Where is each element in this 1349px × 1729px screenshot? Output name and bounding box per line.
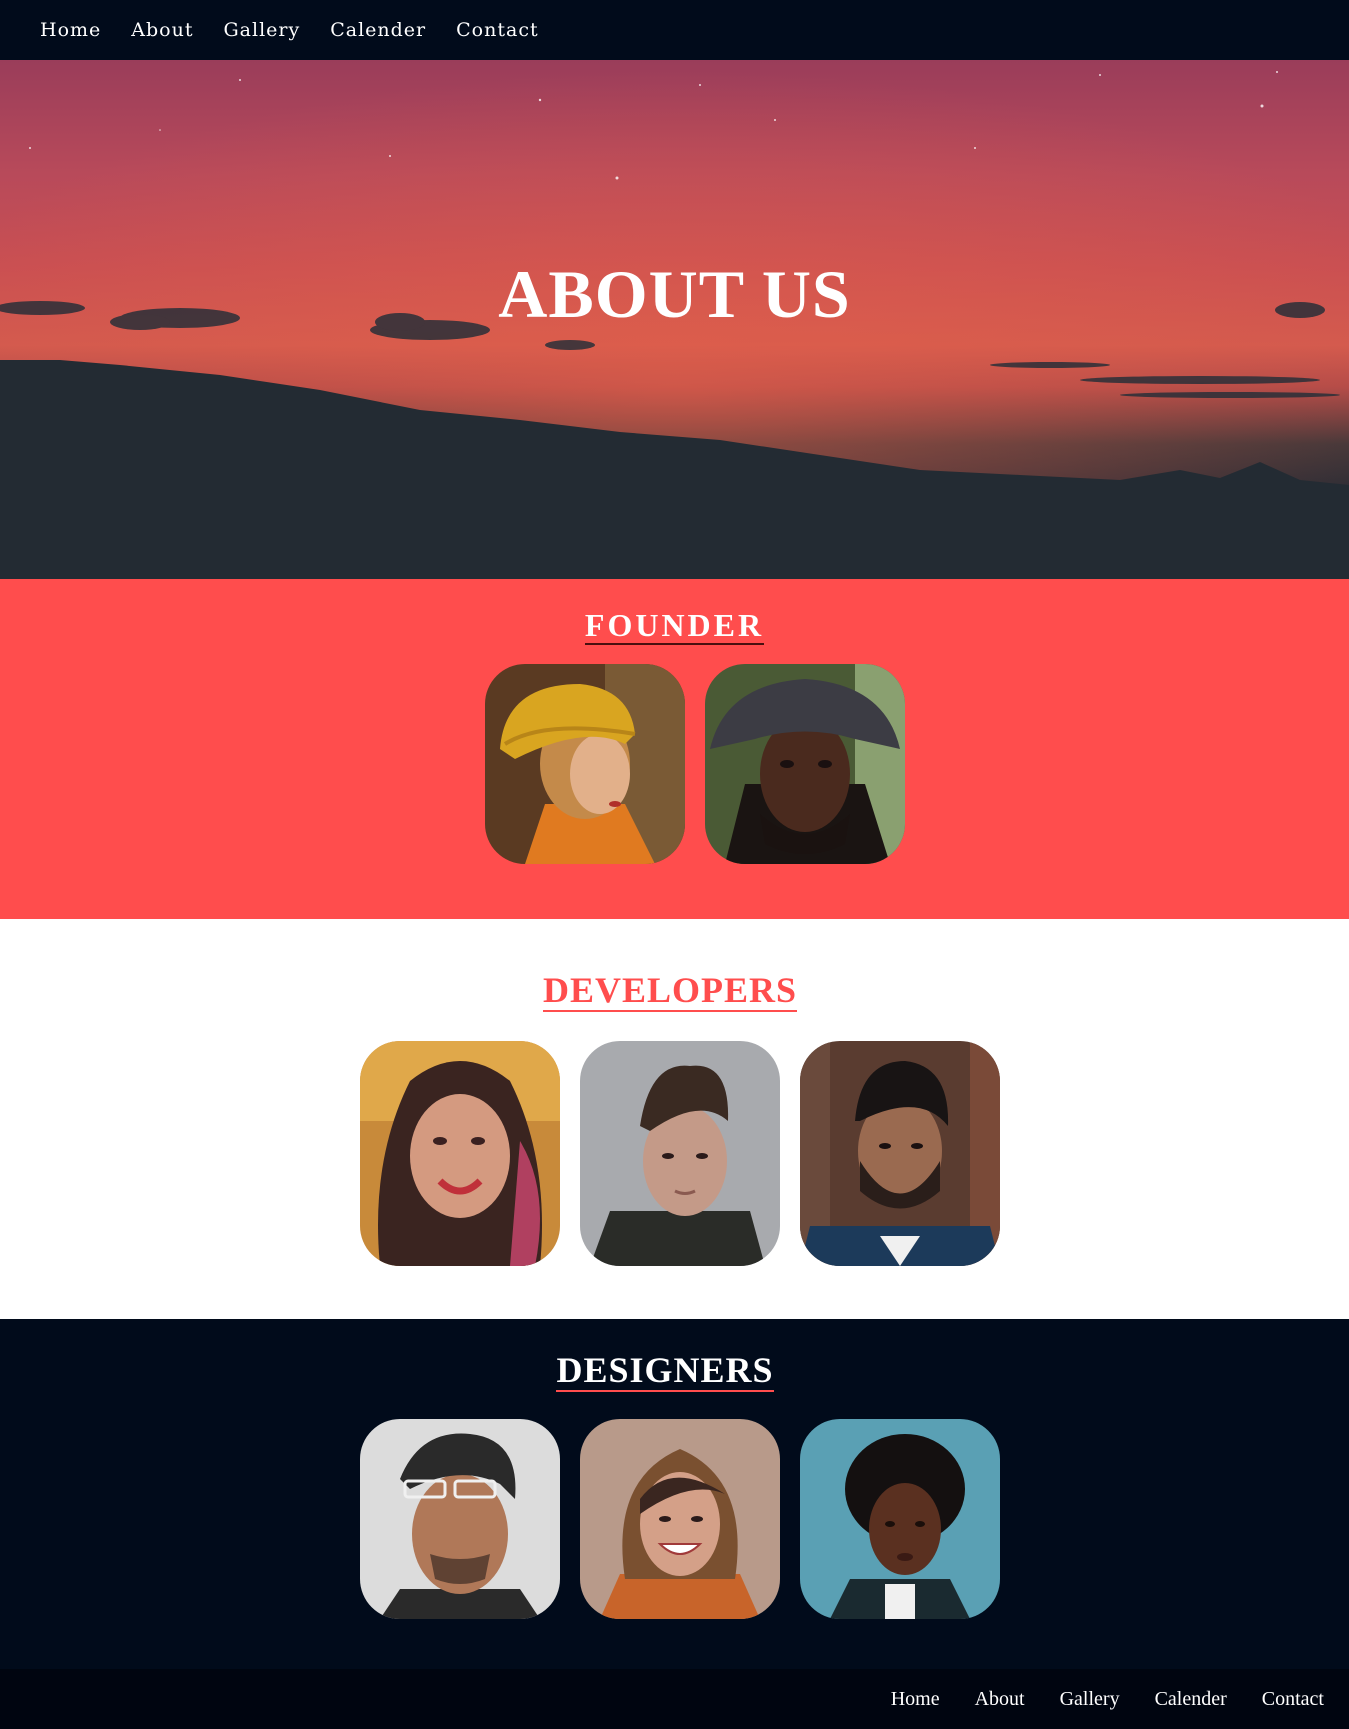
founder-heading: FOUNDER <box>584 607 765 645</box>
designer-portrait-2 <box>580 1419 780 1619</box>
woman-afro-blue-background-photo <box>800 1419 1000 1619</box>
founder-section: FOUNDER <box>0 579 1349 919</box>
smiling-woman-bangs-photo <box>580 1419 780 1619</box>
developer-portrait-1 <box>360 1041 560 1266</box>
smiling-woman-curly-hair-photo <box>360 1041 560 1266</box>
developer-portrait-3 <box>800 1041 1000 1266</box>
founder-portrait-1 <box>485 664 685 864</box>
designers-heading: DESIGNERS <box>556 1350 774 1392</box>
developer-portrait-2 <box>580 1041 780 1266</box>
nav-home-link[interactable]: Home <box>40 19 101 41</box>
hero-banner: ABOUT US <box>0 60 1349 579</box>
developers-heading: DEVELOPERS <box>542 970 798 1012</box>
designers-section: DESIGNERS <box>0 1319 1349 1669</box>
designer-portrait-1 <box>360 1419 560 1619</box>
man-glasses-beanie-photo <box>360 1419 560 1619</box>
man-bucket-hat-photo <box>705 664 905 864</box>
footer-calender-link[interactable]: Calender <box>1155 1688 1227 1711</box>
footer-home-link[interactable]: Home <box>891 1688 940 1711</box>
founder-portrait-2 <box>705 664 905 864</box>
bearded-man-wooden-wall-photo <box>800 1041 1000 1266</box>
nav-contact-link[interactable]: Contact <box>456 19 538 41</box>
man-quiff-hair-photo <box>580 1041 780 1266</box>
nav-gallery-link[interactable]: Gallery <box>223 19 300 41</box>
developers-section: DEVELOPERS <box>0 919 1349 1319</box>
page-title: ABOUT US <box>498 256 851 332</box>
nav-about-link[interactable]: About <box>131 19 193 41</box>
nav-calender-link[interactable]: Calender <box>330 19 426 41</box>
designer-portrait-3 <box>800 1419 1000 1619</box>
footer-nav: Home About Gallery Calender Contact <box>0 1669 1349 1729</box>
footer-contact-link[interactable]: Contact <box>1262 1688 1324 1711</box>
footer-gallery-link[interactable]: Gallery <box>1060 1688 1120 1711</box>
woman-yellow-beanie-photo <box>485 664 685 864</box>
top-nav: Home About Gallery Calender Contact <box>0 0 1349 60</box>
footer-about-link[interactable]: About <box>975 1688 1025 1711</box>
